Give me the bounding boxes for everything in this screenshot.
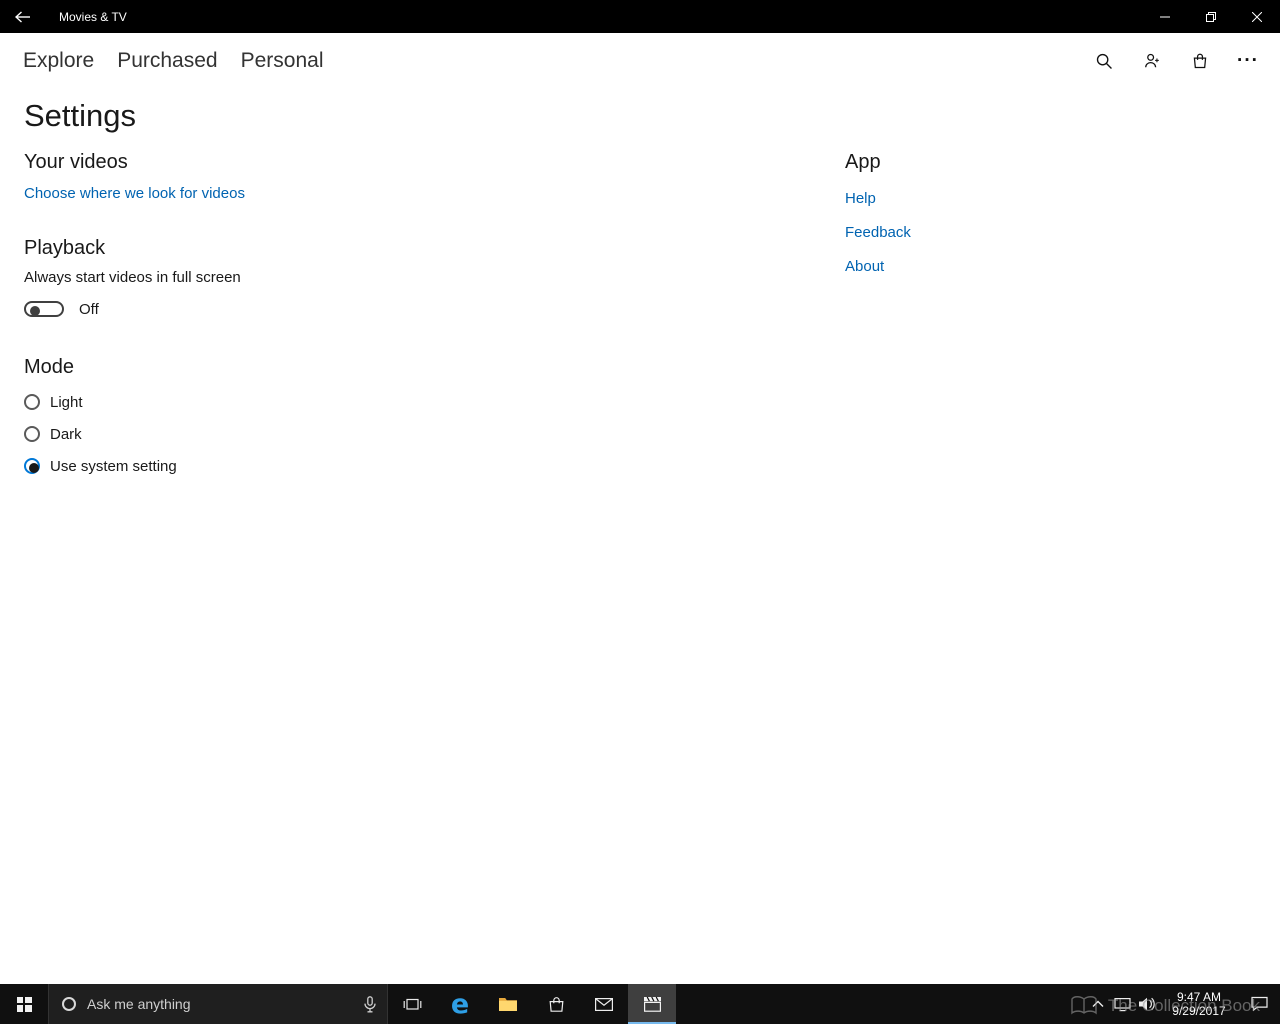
file-explorer-icon [499,998,517,1011]
app-navbar: Explore Purchased Personal ··· [0,33,1280,88]
movies-tv-app-window: Movies & TV Explore Purchased Personal ·… [0,0,1280,1024]
mail-button[interactable] [580,984,628,1024]
fullscreen-toggle-label: Always start videos in full screen [24,269,241,286]
toggle-knob-icon [30,306,40,316]
nav-icons: ··· [1080,37,1280,85]
settings-columns: Your videos Choose where we look for vid… [24,149,1256,476]
shopping-bag-icon [1193,53,1207,68]
settings-right-column: App Help Feedback About [845,149,1145,277]
playback-heading: Playback [24,237,106,259]
movies-tv-icon [643,996,661,1012]
back-button[interactable] [0,0,45,33]
task-view-button[interactable] [388,984,436,1024]
restore-icon [1206,11,1216,22]
task-view-icon [403,998,421,1010]
network-button[interactable] [1110,984,1135,1024]
settings-left-column: Your videos Choose where we look for vid… [24,149,664,476]
mode-option-light[interactable]: Light [24,392,664,412]
mail-icon [595,997,613,1011]
nav-tabs: Explore Purchased Personal [23,47,324,75]
microphone-button[interactable] [364,995,376,1013]
search-button[interactable] [1080,37,1128,85]
volume-icon [1139,997,1155,1011]
tab-personal[interactable]: Personal [241,47,324,75]
tab-purchased[interactable]: Purchased [117,47,217,75]
fullscreen-toggle[interactable] [24,301,64,317]
clock-date: 9/29/2017 [1172,1004,1226,1018]
minimize-button[interactable] [1142,0,1188,33]
movies-tv-button[interactable] [628,984,676,1024]
store-taskbar-button[interactable] [532,984,580,1024]
minimize-icon [1160,16,1170,17]
network-icon [1114,997,1131,1011]
choose-videos-link[interactable]: Choose where we look for videos [24,184,245,204]
mode-radio-group: Light Dark Use system setting [24,392,664,476]
restore-button[interactable] [1188,0,1234,33]
store-button[interactable] [1176,37,1224,85]
tab-explore[interactable]: Explore [23,47,94,75]
toggle-state-label: Off [79,300,99,318]
search-icon [1096,53,1112,69]
edge-icon: e [450,988,470,1020]
titlebar: Movies & TV [0,0,1280,33]
cortana-icon [62,997,76,1011]
close-button[interactable] [1234,0,1280,33]
more-button[interactable]: ··· [1224,37,1272,85]
app-heading: App [845,151,881,173]
back-arrow-icon [14,10,30,23]
page-title: Settings [24,98,137,133]
start-button[interactable] [0,984,48,1024]
windows-logo-icon [16,996,32,1012]
chevron-up-icon [1092,1000,1103,1007]
system-tray: 9:47 AM 9/29/2017 [1085,984,1280,1024]
mode-option-system[interactable]: Use system setting [24,456,664,476]
store-bag-icon [549,996,563,1012]
account-icon [1145,53,1159,67]
mode-option-label: Dark [50,425,82,443]
search-placeholder: Ask me anything [87,996,191,1012]
clock-button[interactable]: 9:47 AM 9/29/2017 [1160,984,1238,1024]
account-button[interactable] [1128,37,1176,85]
taskbar-search[interactable]: Ask me anything [48,984,388,1024]
window-title: Movies & TV [59,9,127,24]
fullscreen-toggle-row: Off [24,299,664,319]
taskbar: Ask me anything e 9:47 AM 9/29/2017 [0,984,1280,1024]
close-icon [1252,11,1262,22]
settings-page: Settings Your videos Choose where we loo… [0,88,1280,984]
radio-icon [24,394,40,410]
window-controls [1142,0,1280,33]
feedback-link[interactable]: Feedback [845,223,1145,243]
action-center-button[interactable] [1238,984,1280,1024]
mode-option-label: Light [50,393,83,411]
microphone-icon [364,995,376,1012]
clock-time: 9:47 AM [1176,990,1222,1004]
radio-icon [24,458,40,474]
action-center-icon [1250,996,1268,1012]
edge-button[interactable]: e [436,984,484,1024]
radio-icon [24,426,40,442]
your-videos-heading: Your videos [24,151,128,173]
help-link[interactable]: Help [845,189,1145,209]
mode-heading: Mode [24,356,75,378]
mode-option-label: Use system setting [50,457,177,475]
mode-option-dark[interactable]: Dark [24,424,664,444]
tray-expand-button[interactable] [1085,984,1110,1024]
volume-button[interactable] [1135,984,1160,1024]
file-explorer-button[interactable] [484,984,532,1024]
about-link[interactable]: About [845,257,1145,277]
